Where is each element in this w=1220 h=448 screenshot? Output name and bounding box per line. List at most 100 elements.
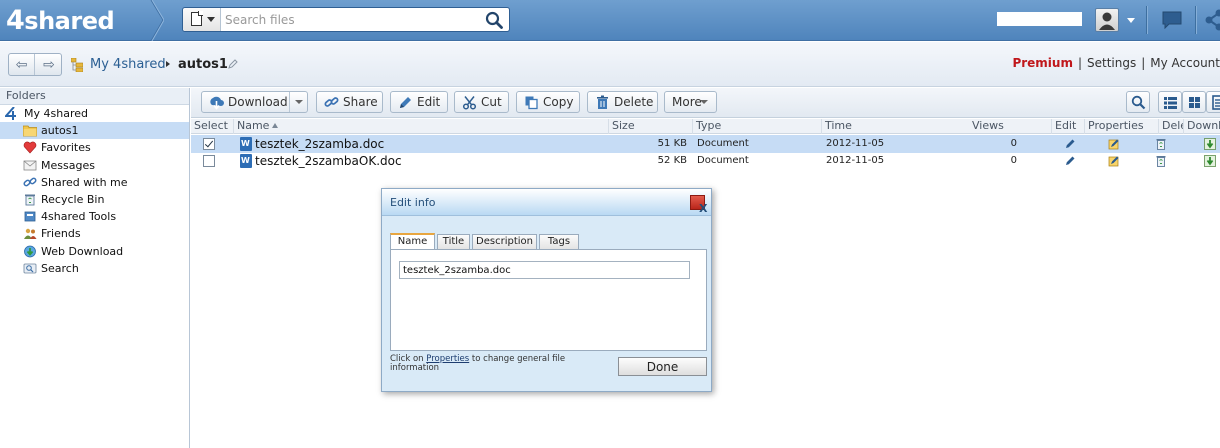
edit-info-dialog: Edit info X Name Title Description Tags … xyxy=(381,188,712,392)
link-icon xyxy=(324,97,339,107)
delete-button[interactable]: Delete xyxy=(587,91,658,113)
back-button[interactable]: ⇦ xyxy=(9,54,35,75)
copy-button[interactable]: Copy xyxy=(516,91,580,113)
column-name-label: Name xyxy=(237,119,270,132)
sidebar-item-recycle-bin[interactable]: Recycle Bin xyxy=(0,191,189,208)
grid-view-button[interactable] xyxy=(1182,91,1206,113)
pencil-icon[interactable] xyxy=(1064,155,1076,167)
avatar-icon[interactable] xyxy=(1095,8,1119,32)
link-separator: | xyxy=(1077,56,1082,70)
file-time: 2012-11-05 xyxy=(826,155,885,166)
file-name-input[interactable] xyxy=(399,261,690,279)
column-name[interactable]: Name xyxy=(233,119,609,134)
pencil-icon[interactable] xyxy=(1064,138,1076,150)
premium-link[interactable]: Premium xyxy=(1012,56,1073,70)
download-arrow-icon[interactable] xyxy=(1204,155,1216,167)
copy-label: Copy xyxy=(543,95,574,109)
chevron-down-icon[interactable] xyxy=(1127,18,1135,23)
recycle-bin-icon[interactable] xyxy=(1155,155,1167,167)
column-download: Downlo xyxy=(1183,119,1220,134)
file-name[interactable]: tesztek_2szambaOK.doc xyxy=(240,152,402,170)
pencil-icon[interactable] xyxy=(228,59,238,69)
sidebar-item-4shared-tools[interactable]: 4shared Tools xyxy=(0,208,189,225)
table-row[interactable]: tesztek_2szambaOK.doc 52 KB Document 201… xyxy=(191,152,1220,170)
pencil-icon xyxy=(400,97,411,108)
sidebar-item-label: Favorites xyxy=(41,141,91,155)
share-icon[interactable] xyxy=(1205,9,1220,31)
file-name-text: tesztek_2szamba.doc xyxy=(255,137,385,151)
search-icon[interactable] xyxy=(485,11,503,29)
edit-button[interactable]: Edit xyxy=(390,91,448,113)
tab-tags[interactable]: Tags xyxy=(539,234,579,250)
column-edit: Edit xyxy=(1051,119,1085,134)
download-arrow-icon[interactable] xyxy=(1204,138,1216,150)
logo[interactable]: 4shared xyxy=(6,5,115,36)
table-row[interactable]: tesztek_2szamba.doc 51 KB Document 2012-… xyxy=(191,135,1220,153)
sidebar-item-label: 4shared Tools xyxy=(41,210,117,224)
chat-icon[interactable] xyxy=(1161,11,1183,29)
column-select: Select xyxy=(194,119,228,132)
sidebar-item-label: My 4shared xyxy=(24,107,88,120)
friends-icon xyxy=(24,229,37,240)
more-button[interactable]: More xyxy=(664,91,717,113)
header-separator xyxy=(1146,6,1147,34)
sidebar-item-friends[interactable]: Friends xyxy=(0,225,189,242)
file-size: 51 KB xyxy=(657,138,687,149)
envelope-icon xyxy=(23,160,37,170)
row-checkbox[interactable] xyxy=(203,138,215,150)
delete-label: Delete xyxy=(614,95,654,109)
my-account-link[interactable]: My Account xyxy=(1150,56,1220,70)
properties-icon[interactable] xyxy=(1108,138,1120,150)
close-button[interactable]: X xyxy=(690,195,707,215)
sidebar-item-web-download[interactable]: Web Download xyxy=(0,243,189,260)
download-button[interactable]: Download xyxy=(201,91,308,113)
breadcrumb-root[interactable]: My 4shared xyxy=(90,57,166,72)
sidebar-item-search[interactable]: Search xyxy=(0,260,189,277)
sidebar-item-label: autos1 xyxy=(41,124,79,138)
word-document-icon xyxy=(240,152,252,170)
search-files-button[interactable] xyxy=(1126,91,1150,113)
row-checkbox[interactable] xyxy=(203,155,215,167)
column-time[interactable]: Time xyxy=(821,119,970,134)
list-view-button[interactable] xyxy=(1158,91,1182,113)
file-type: Document xyxy=(697,138,749,149)
recycle-bin-icon[interactable] xyxy=(1155,138,1167,150)
arrow-left-icon: ⇦ xyxy=(15,56,28,73)
detail-view-icon xyxy=(1212,95,1220,110)
done-button[interactable]: Done xyxy=(618,357,707,376)
header-divider-icon xyxy=(150,0,164,41)
sidebar-item-my-4shared[interactable]: My 4shared xyxy=(0,105,189,122)
dialog-title: Edit info xyxy=(390,196,436,209)
column-views[interactable]: Views xyxy=(969,119,1052,134)
forward-button[interactable]: ⇨ xyxy=(36,54,62,75)
sidebar-item-messages[interactable]: Messages xyxy=(0,157,189,174)
search-box xyxy=(182,7,510,32)
search-icon xyxy=(23,263,37,274)
properties-icon[interactable] xyxy=(1108,155,1120,167)
dialog-title-bar[interactable]: Edit info X xyxy=(382,189,711,216)
sidebar-item-favorites[interactable]: Favorites xyxy=(0,139,189,156)
share-button[interactable]: Share xyxy=(316,91,383,113)
search-icon xyxy=(1131,95,1146,110)
grid-view-icon xyxy=(1189,97,1200,108)
file-name[interactable]: tesztek_2szamba.doc xyxy=(240,135,384,153)
settings-link[interactable]: Settings xyxy=(1087,56,1136,70)
tab-description[interactable]: Description xyxy=(472,234,537,250)
file-type-dropdown[interactable] xyxy=(183,8,221,31)
file-size: 52 KB xyxy=(657,155,687,166)
tab-title[interactable]: Title xyxy=(437,234,470,250)
link-icon xyxy=(23,177,37,187)
detail-view-button[interactable] xyxy=(1206,91,1220,113)
column-type[interactable]: Type xyxy=(692,119,822,134)
chevron-down-icon xyxy=(207,17,215,22)
sidebar-item-label: Shared with me xyxy=(41,175,128,189)
top-header: 4shared xyxy=(0,0,1220,41)
sidebar-item-autos1[interactable]: autos1 xyxy=(0,122,189,140)
search-input[interactable] xyxy=(225,11,475,28)
column-size[interactable]: Size xyxy=(608,119,693,134)
download-dropdown[interactable] xyxy=(289,92,307,112)
tab-name[interactable]: Name xyxy=(390,233,435,250)
cut-button[interactable]: Cut xyxy=(454,91,509,113)
sidebar-item-shared-with-me[interactable]: Shared with me xyxy=(0,174,189,191)
sidebar-item-label: Search xyxy=(41,261,79,275)
